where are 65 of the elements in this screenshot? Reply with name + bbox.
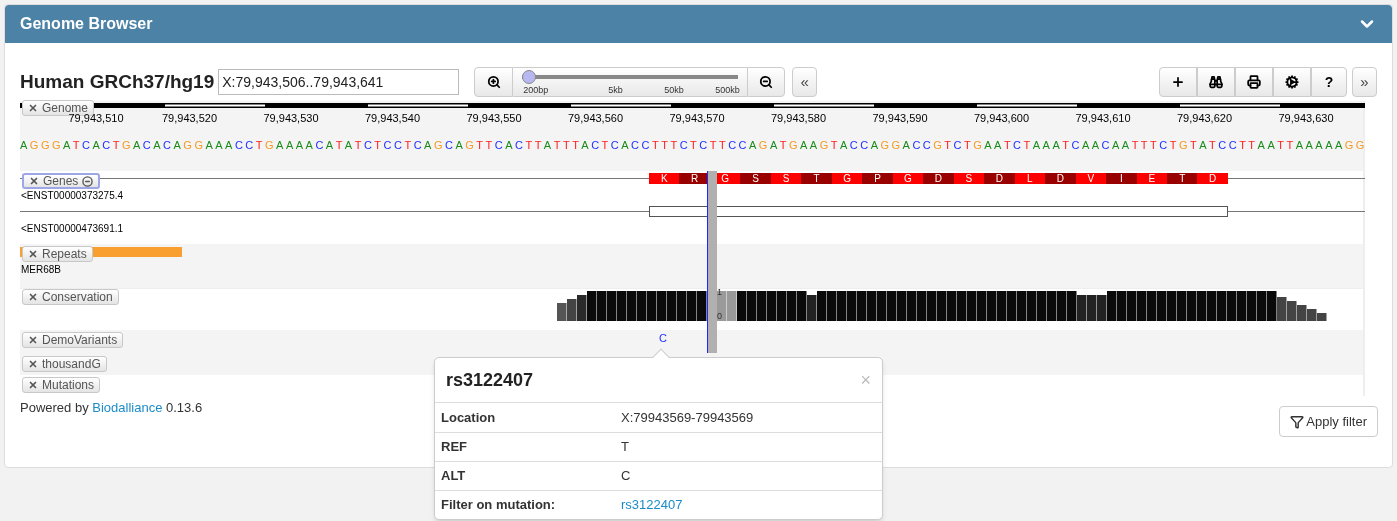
- field-value: X:79943569-79943569: [621, 408, 754, 427]
- ruler-tick-label: 79,943,620: [1176, 111, 1233, 126]
- amino-acid-block: S: [740, 173, 771, 184]
- zoom-level-label: 200bp: [523, 84, 549, 97]
- ruler-tick-label: 79,943,580: [770, 111, 827, 126]
- axis-min-label: 0: [717, 310, 722, 323]
- field-label: Filter on mutation:: [441, 496, 557, 515]
- collapse-right-button[interactable]: »: [1352, 67, 1377, 97]
- track-label[interactable]: Mutations: [22, 377, 101, 393]
- powered-by-text: Powered by Biodalliance 0.13.6: [20, 399, 203, 417]
- ruler-tick-label: 79,943,540: [364, 111, 421, 126]
- ruler-tick-label: 79,943,630: [1278, 111, 1334, 126]
- genome-name: Human GRCh37/hg19: [20, 69, 215, 94]
- amino-acid-block: R: [679, 173, 710, 184]
- zoom-level-label: 500kb: [715, 84, 740, 97]
- axis-max-label: 1: [717, 286, 722, 299]
- collapse-left-button[interactable]: «: [792, 67, 818, 97]
- ruler-tick-label: 79,943,600: [973, 111, 1030, 126]
- help-button[interactable]: ?: [1311, 67, 1347, 97]
- amino-acid-block: K: [649, 173, 680, 184]
- biodalliance-link[interactable]: Biodalliance: [92, 400, 163, 415]
- popup-title: rs3122407: [446, 368, 534, 392]
- amino-acid-block: I: [1106, 173, 1137, 184]
- ruler-tick-label: 79,943,530: [263, 111, 319, 126]
- ruler-tick-label: 79,943,560: [567, 111, 624, 126]
- track-label[interactable]: DemoVariants: [22, 332, 124, 348]
- amino-acid-block: T: [801, 173, 832, 184]
- field-value: C: [621, 467, 631, 486]
- track-label[interactable]: Conservation: [22, 289, 119, 305]
- amino-acid-block: S: [953, 173, 985, 184]
- ruler-tick-label: 79,943,550: [466, 111, 522, 126]
- transcript-name: <ENST00000473691.1: [21, 222, 124, 236]
- panel-title: Genome Browser: [20, 14, 153, 34]
- amino-acid-block: D: [923, 173, 954, 184]
- apply-filter-button[interactable]: Apply filter: [1279, 406, 1378, 437]
- amino-acid-block: D: [984, 173, 1015, 184]
- amino-acid-block: S: [770, 173, 802, 184]
- amino-acid-block: G: [831, 173, 863, 184]
- ruler-tick-label: 79,943,520: [161, 111, 218, 126]
- ruler-tick-label: 79,943,570: [669, 111, 725, 126]
- variant-allele: C: [659, 331, 667, 346]
- repeat-name: MER68B: [21, 263, 61, 277]
- amino-acid-block: E: [1136, 173, 1167, 184]
- location-field[interactable]: X:79,943,506..79,943,641: [218, 69, 460, 95]
- zoom-level-label: 5kb: [608, 84, 623, 97]
- field-value: T: [621, 438, 629, 457]
- track-label[interactable]: thousandG: [22, 356, 107, 372]
- amino-acid-block: P: [862, 173, 893, 184]
- mutation-link[interactable]: rs3122407: [621, 495, 683, 515]
- field-label: REF: [441, 438, 468, 457]
- ruler-tick-label: 79,943,610: [1075, 111, 1131, 126]
- track-label[interactable]: Genes: [22, 173, 101, 189]
- field-label: Location: [441, 408, 497, 427]
- zoom-slider[interactable]: 200bp 5kb 50kb 500kb: [513, 67, 748, 97]
- field-label: ALT: [441, 467, 467, 486]
- amino-acid-block: D: [1045, 173, 1076, 184]
- amino-acid-block: L: [1014, 173, 1046, 184]
- amino-acid-block: G: [892, 173, 924, 184]
- transcript-name: <ENST00000373275.4: [21, 189, 124, 203]
- track-label[interactable]: Repeats: [22, 246, 93, 262]
- amino-acid-block: V: [1075, 173, 1107, 184]
- amino-acid-block: D: [1197, 173, 1228, 184]
- amino-acid-block: T: [1166, 173, 1198, 184]
- zoom-level-label: 50kb: [664, 84, 684, 97]
- ruler-tick-label: 79,943,590: [872, 111, 928, 126]
